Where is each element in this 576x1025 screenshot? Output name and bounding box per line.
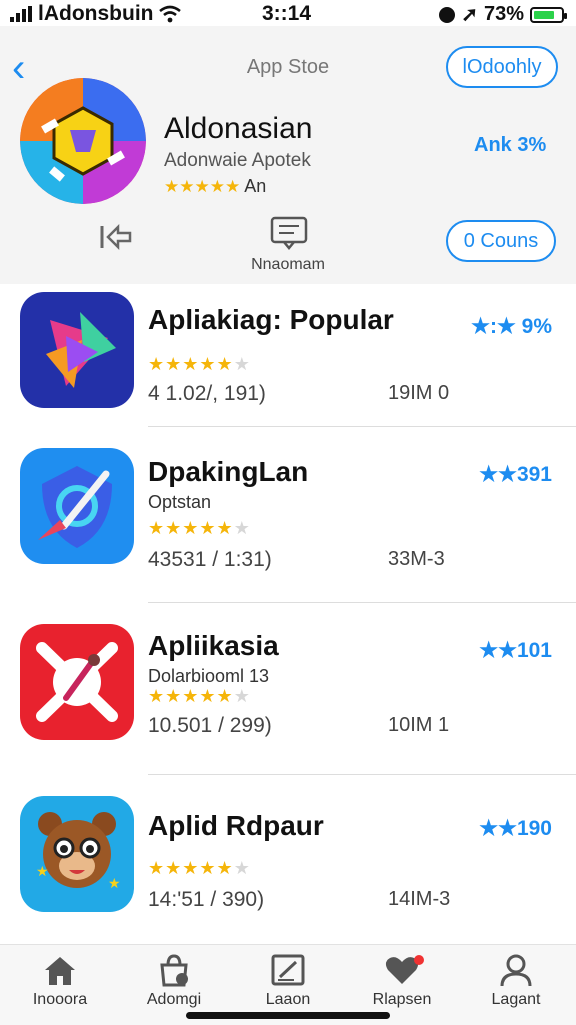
app-meta: 43531 / 1:31) (148, 548, 272, 571)
edit-square-icon (271, 954, 305, 986)
app-size: 33M-3 (388, 548, 445, 570)
battery-percent: 73% (483, 3, 524, 25)
notification-badge (414, 955, 424, 965)
featured-rating-text: An (244, 176, 267, 196)
tab-label: Lagant (491, 991, 541, 1008)
tab-label: Inooora (32, 991, 88, 1008)
app-rating: ★★101 (479, 639, 552, 662)
tab-label: Rlapsen (372, 991, 432, 1008)
store-bag-icon (160, 954, 188, 987)
battery-icon (530, 6, 567, 23)
app-stars: ★★★★★★ (148, 686, 251, 707)
location-icon: ➚ (461, 4, 478, 26)
filled-stars: ★★★★★ (148, 858, 234, 878)
tab-label: Laaon (265, 991, 311, 1008)
empty-star: ★ (233, 518, 251, 538)
crossbones-icon[interactable] (20, 624, 134, 740)
filled-stars: ★★★★ (148, 354, 217, 374)
bear-icon[interactable]: ★ ★ (20, 796, 134, 912)
filled-stars: ★★★★★ (148, 518, 234, 538)
svg-text:★: ★ (108, 876, 121, 892)
app-stars: ★★★★★★ (148, 518, 251, 539)
rewind-icon[interactable] (96, 220, 136, 254)
status-bar: lAdonsbuin 3::14 ➚ 73% (0, 0, 576, 26)
app-meta: 14:'51 / 390) (148, 888, 265, 911)
filled-stars: ★★★★★ (148, 686, 234, 706)
home-indicator (186, 1012, 390, 1019)
battery-level (534, 10, 554, 19)
record-icon (439, 6, 456, 23)
tab-account[interactable]: Lagant (466, 953, 566, 1009)
empty-star: ★ (233, 686, 251, 706)
shield-compass-icon[interactable] (20, 448, 134, 564)
message-icon[interactable] (270, 216, 308, 250)
house-icon (45, 957, 75, 985)
tab-label: Adomgi (146, 991, 202, 1008)
featured-app-name[interactable]: Aldonasian (164, 112, 312, 146)
count-button[interactable]: 0 Couns (446, 220, 556, 262)
empty-star: ★ (233, 858, 251, 878)
carrier-label: lAdonsbuin (38, 2, 154, 25)
featured-app-subtitle: Adonwaie Apotek (164, 150, 311, 171)
app-name[interactable]: Aplid Rdpaur (148, 810, 324, 842)
row-divider (148, 602, 576, 603)
app-size: 19IM 0 (388, 382, 450, 404)
app-rating: ★★190 (479, 817, 552, 840)
status-right: ➚ 73% (439, 2, 567, 27)
play-shapes-icon[interactable] (20, 292, 134, 408)
app-subtitle: Dolarbiooml 13 (148, 666, 270, 686)
top-action-button[interactable]: lOdoohly (446, 46, 558, 88)
empty-star: ★ (233, 354, 251, 374)
tab-today[interactable]: Inooora (10, 953, 110, 1009)
featured-app-rating: ★★★★★ An (164, 176, 266, 197)
featured-rating-stars: ★★★★★ (164, 177, 241, 196)
row-divider (148, 426, 576, 427)
featured-app-icon[interactable] (20, 78, 146, 204)
app-stars: ★★★★★★ (148, 858, 251, 879)
signal-icon (10, 6, 32, 22)
app-stars: ★★★★★★ (148, 354, 251, 375)
app-size: 14IM-3 (388, 888, 451, 910)
app-name[interactable]: Apliikasia (148, 630, 279, 662)
center-action-label[interactable]: Nnaomam (226, 256, 350, 274)
app-meta: 10.501 / 299) (148, 714, 272, 737)
featured-metric: Ank 3% (474, 134, 547, 156)
status-time: 3::14 (262, 2, 312, 25)
app-name[interactable]: DpakingLan (148, 456, 308, 488)
app-subtitle: Optstan (148, 492, 212, 512)
app-size: 10IM 1 (388, 714, 450, 736)
person-icon (500, 954, 532, 987)
tab-edit[interactable]: Laaon (238, 953, 338, 1009)
wifi-icon (159, 5, 182, 23)
app-rating: ★:★ 9% (471, 315, 552, 338)
svg-text:★: ★ (36, 864, 49, 880)
half-star: ★ (216, 354, 234, 374)
app-meta: 4 1.02/, 191) (148, 382, 266, 405)
row-divider (148, 774, 576, 775)
tab-favorites[interactable]: Rlapsen (352, 953, 452, 1009)
status-left: lAdonsbuin (10, 2, 182, 26)
app-name[interactable]: Apliakiag: Popular (148, 304, 394, 336)
tab-apps[interactable]: Adomgi (124, 953, 224, 1009)
app-header: ‹ App Stoe lOdoohly Aldonasian Adonwaie … (0, 26, 576, 284)
app-rating: ★★391 (479, 463, 552, 486)
